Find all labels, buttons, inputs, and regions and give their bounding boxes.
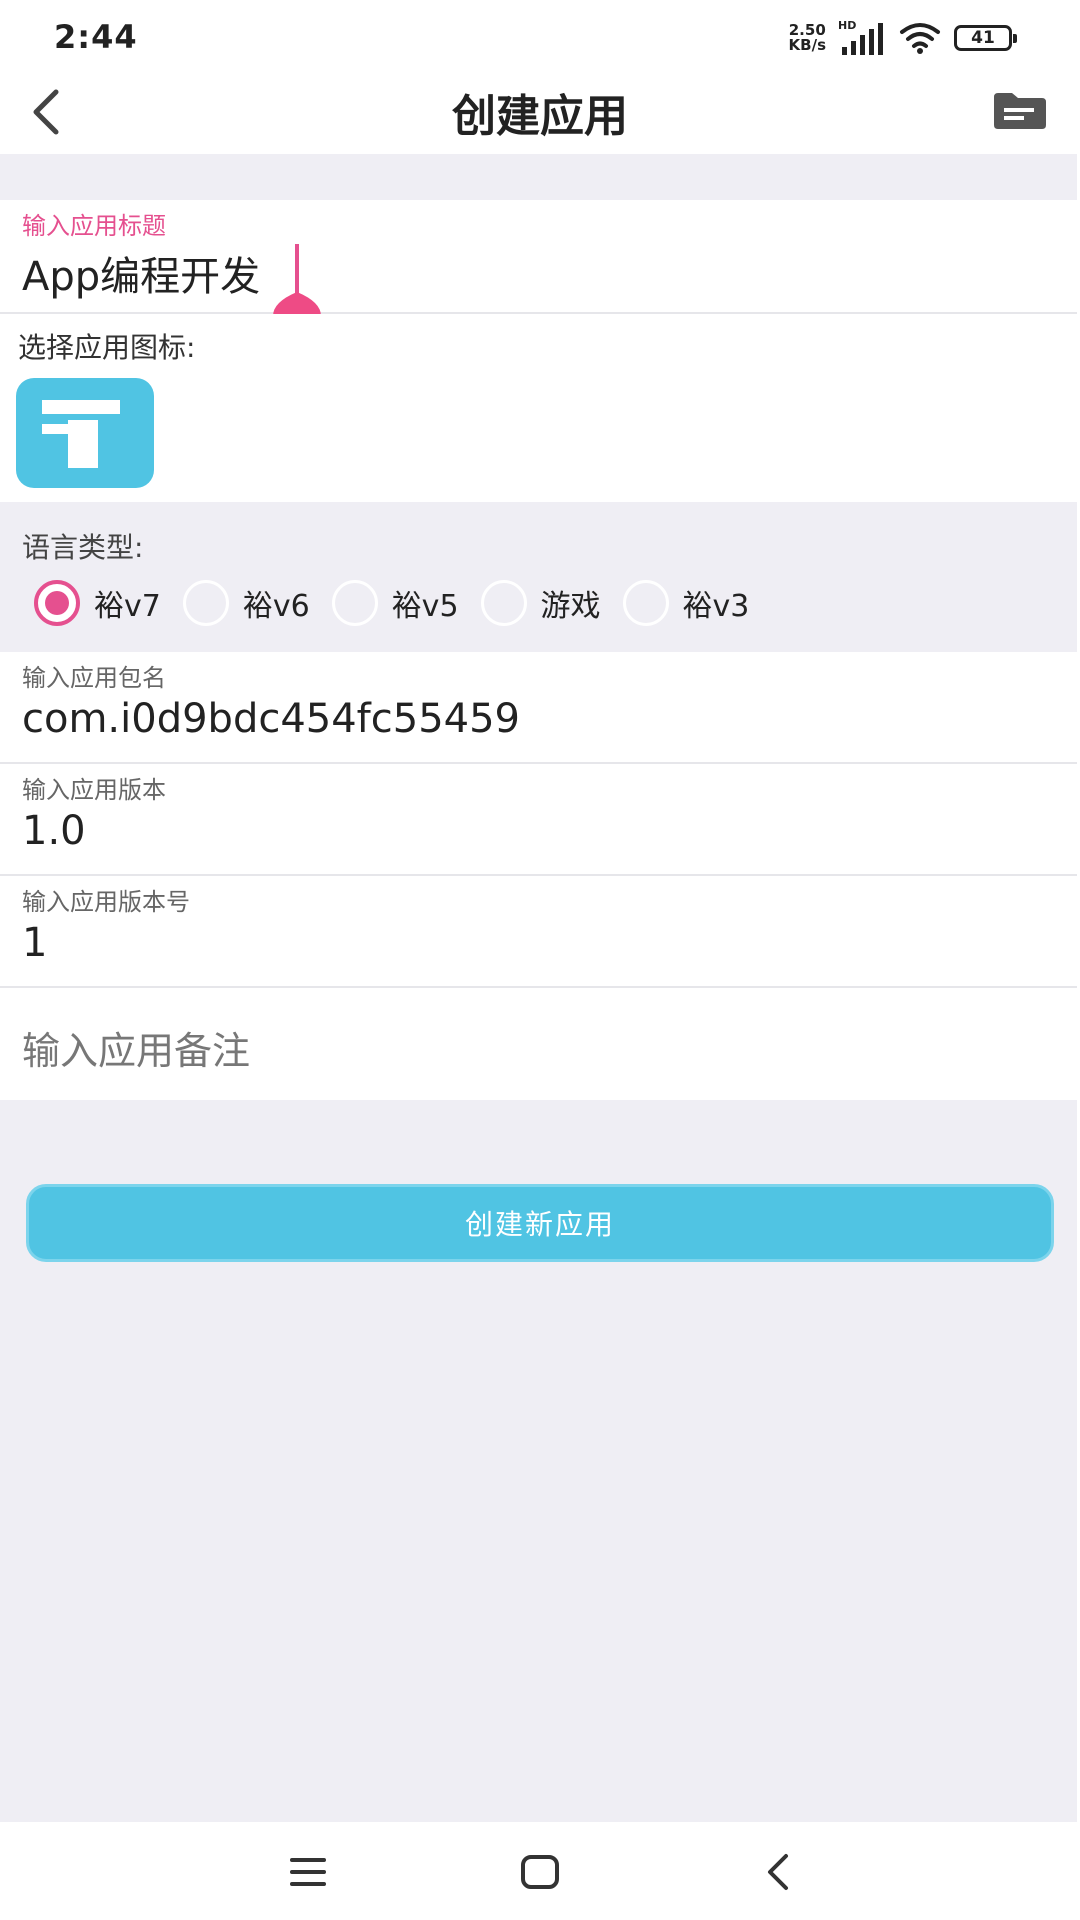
info-i-icon (42, 400, 120, 468)
icon-section-label: 选择应用图标: (18, 331, 196, 364)
version-code-field-label: 输入应用版本号 (22, 888, 190, 916)
radio-empty-icon (480, 580, 527, 626)
title-field-label: 输入应用标题 (22, 212, 166, 240)
language-option-game[interactable]: 游戏 (480, 580, 601, 626)
version-code-field-value: 1 (22, 920, 48, 966)
language-option-v5[interactable]: 裕v5 (331, 580, 459, 626)
note-field[interactable]: 输入应用备注 (0, 988, 1080, 1100)
folder-button[interactable] (990, 86, 1050, 136)
status-bar: 2:44 2.50 KB/s HD 41 (0, 0, 1080, 70)
radio-selected-icon (34, 580, 80, 626)
language-option-v7[interactable]: 裕v7 (34, 580, 161, 626)
version-field-value: 1.0 (22, 808, 86, 854)
version-field[interactable]: 输入应用版本 1.0 (0, 764, 1080, 876)
language-option-label: 游戏 (540, 589, 601, 624)
language-option-v3[interactable]: 裕v3 (622, 580, 750, 626)
signal-icon: HD (838, 19, 886, 57)
package-field-label: 输入应用包名 (22, 664, 166, 692)
app-screen: 2:44 2.50 KB/s HD 41 创建应用 输入应用标题 App编程开发… (0, 0, 1080, 1920)
language-radio-group: 裕v7 裕v6 裕v5 游戏 裕v3 (34, 580, 771, 626)
radio-empty-icon (182, 580, 229, 626)
network-speed: 2.50 KB/s (789, 23, 826, 53)
hd-label: HD (838, 19, 857, 32)
status-indicators: 2.50 KB/s HD 41 (789, 18, 1017, 58)
page-title: 创建应用 (452, 91, 628, 142)
language-option-label: 裕v6 (242, 589, 310, 624)
radio-empty-icon (331, 580, 378, 626)
nav-back-icon (768, 1854, 788, 1890)
title-field[interactable]: 输入应用标题 App编程开发 (0, 200, 1080, 338)
nav-home-button[interactable] (520, 1852, 560, 1892)
package-field[interactable]: 输入应用包名 com.i0d9bdc454fc55459 (0, 652, 1080, 764)
menu-icon (290, 1858, 326, 1886)
version-field-label: 输入应用版本 (22, 776, 166, 804)
package-field-value: com.i0d9bdc454fc55459 (22, 696, 520, 742)
language-label: 语言类型: (22, 531, 144, 564)
language-option-label: 裕v5 (391, 589, 459, 624)
title-bar: 创建应用 (0, 70, 1080, 154)
language-option-label: 裕v7 (94, 589, 161, 624)
create-app-button[interactable]: 创建新应用 (26, 1184, 1054, 1262)
nav-back-button[interactable] (758, 1850, 798, 1894)
language-section: 语言类型: 裕v7 裕v6 裕v5 游戏 裕v3 (0, 502, 1080, 652)
language-option-label: 裕v3 (682, 589, 750, 624)
radio-empty-icon (622, 580, 669, 626)
language-option-v6[interactable]: 裕v6 (182, 580, 310, 626)
title-field-value: App编程开发 (22, 254, 261, 300)
version-code-field[interactable]: 输入应用版本号 1 (0, 876, 1080, 988)
status-time: 2:44 (54, 18, 138, 56)
icon-section: 选择应用图标: (0, 314, 1080, 502)
battery-level: 41 (971, 28, 995, 48)
battery-icon: 41 (954, 25, 1017, 51)
note-field-placeholder: 输入应用备注 (22, 1029, 251, 1073)
nav-menu-button[interactable] (286, 1852, 330, 1892)
wifi-icon (900, 23, 940, 54)
network-speed-unit: KB/s (788, 36, 826, 54)
home-square-icon (521, 1855, 559, 1889)
app-icon-button[interactable] (16, 378, 154, 488)
folder-icon (994, 93, 1046, 129)
navigation-bar (0, 1822, 1080, 1920)
